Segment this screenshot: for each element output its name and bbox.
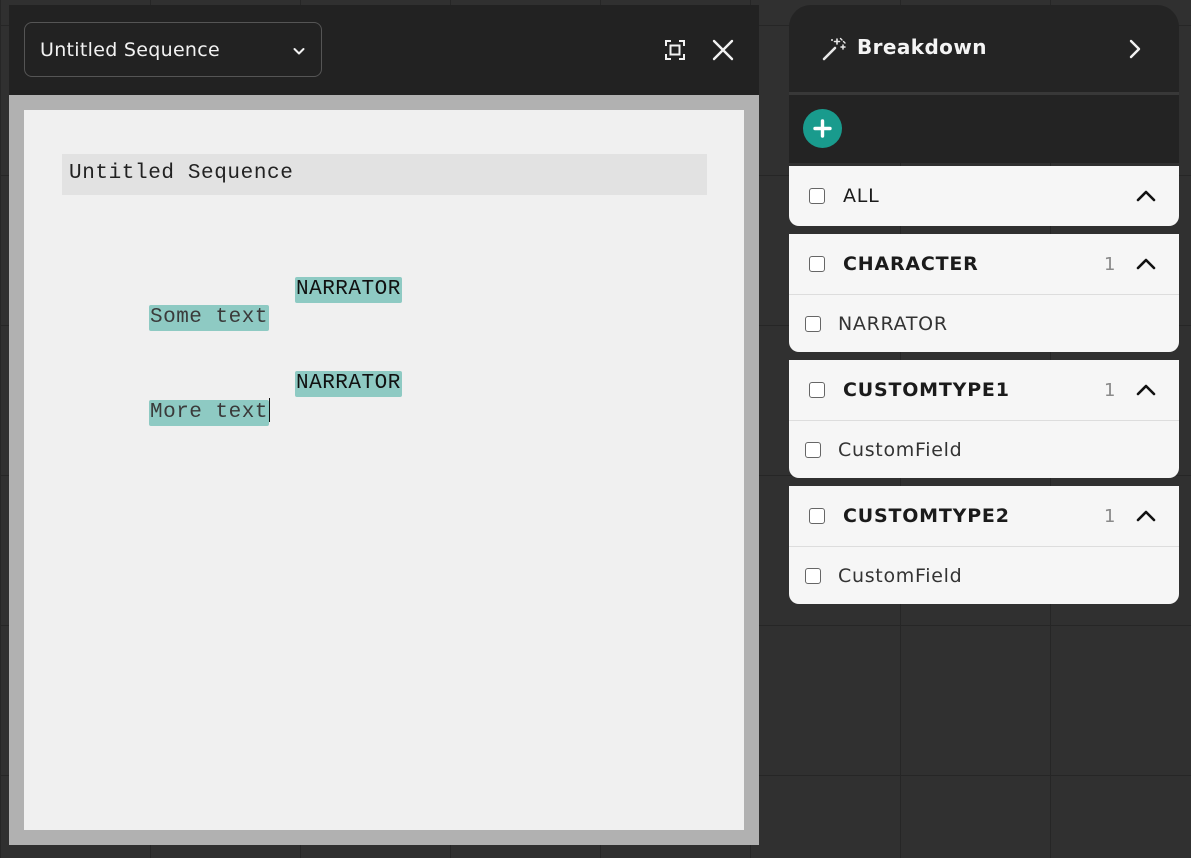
group-name: CUSTOMTYPE1 [843,379,1010,401]
dialogue-line-active[interactable]: More text [149,398,270,426]
group-header[interactable]: CHARACTER 1 [789,234,1179,295]
group-all: ALL [789,166,1179,226]
group-name: ALL [843,185,880,207]
sequence-dropdown[interactable]: Untitled Sequence [24,22,322,77]
breakdown-title: Breakdown [857,35,987,59]
chevron-up-icon[interactable] [1135,185,1157,207]
item-name: CustomField [838,564,963,587]
maximize-icon[interactable] [663,38,687,62]
breakdown-header: Breakdown [789,5,1179,95]
plus-icon [813,119,832,138]
group-item[interactable]: CustomField [789,421,1179,478]
script-editor-window: Untitled Sequence Untitled Sequence NARR… [9,5,759,845]
add-button[interactable] [803,109,842,148]
group-checkbox[interactable] [809,188,825,204]
item-checkbox[interactable] [805,315,821,332]
group-name: CHARACTER [843,253,979,275]
group-header[interactable]: ALL [789,166,1179,226]
chevron-down-icon [291,42,307,58]
group-name: CUSTOMTYPE2 [843,505,1010,527]
dialogue-line: More text [149,400,269,426]
group-customtype1: CUSTOMTYPE1 1 CustomField [789,360,1179,478]
chevron-up-icon[interactable] [1135,505,1157,527]
dialogue-line[interactable]: Some text [149,305,269,331]
character-cue[interactable]: NARRATOR [295,277,402,303]
group-count: 1 [1104,505,1116,527]
group-customtype2: CUSTOMTYPE2 1 CustomField [789,486,1179,604]
item-checkbox[interactable] [805,567,821,584]
document-title[interactable]: Untitled Sequence [62,154,707,195]
group-item[interactable]: NARRATOR [789,295,1179,352]
script-page[interactable]: Untitled Sequence NARRATOR Some text NAR… [24,110,744,830]
group-header[interactable]: CUSTOMTYPE2 1 [789,486,1179,547]
group-checkbox[interactable] [809,256,825,272]
group-checkbox[interactable] [809,382,825,398]
breakdown-toolbar [789,95,1179,163]
item-checkbox[interactable] [805,441,821,458]
group-count: 1 [1104,379,1116,401]
group-character: CHARACTER 1 NARRATOR [789,234,1179,352]
text-caret [268,398,270,422]
group-item[interactable]: CustomField [789,547,1179,604]
item-name: CustomField [838,438,963,461]
chevron-right-icon[interactable] [1122,37,1146,61]
group-header[interactable]: CUSTOMTYPE1 1 [789,360,1179,421]
close-icon[interactable] [711,38,735,62]
chevron-up-icon[interactable] [1135,253,1157,275]
item-name: NARRATOR [838,312,948,335]
sequence-dropdown-label: Untitled Sequence [40,38,221,61]
group-checkbox[interactable] [809,508,825,524]
breakdown-panel: Breakdown ALL CHARACTER 1 NARRATOR CUSTO… [789,5,1179,604]
magic-wand-icon [821,36,847,62]
character-cue[interactable]: NARRATOR [295,371,402,397]
editor-header: Untitled Sequence [9,5,759,95]
chevron-up-icon[interactable] [1135,379,1157,401]
group-count: 1 [1104,253,1116,275]
